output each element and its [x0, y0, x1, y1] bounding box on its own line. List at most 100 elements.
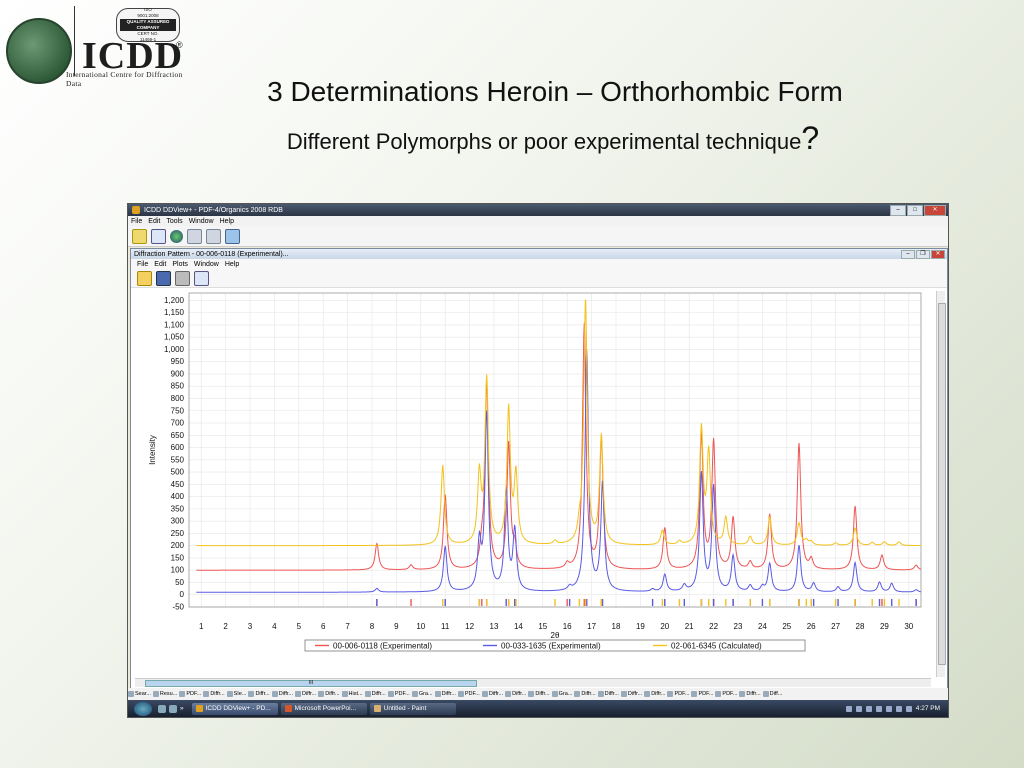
tray-icon[interactable]: [845, 705, 852, 712]
tray-icon[interactable]: [855, 705, 862, 712]
window-tab[interactable]: Diffr...: [574, 691, 596, 697]
window-tab[interactable]: PDF...: [691, 691, 713, 697]
window-tab-label: Diffr...: [255, 691, 270, 697]
window-tab[interactable]: Diffr...: [597, 691, 619, 697]
window-tab[interactable]: SIe...: [226, 691, 246, 697]
tool-icon[interactable]: [187, 228, 202, 244]
wrench-icon[interactable]: [206, 228, 221, 244]
window-tab-label: PDF...: [698, 691, 714, 697]
x-tick-label: 8: [370, 622, 375, 631]
vertical-scrollbar[interactable]: [936, 291, 946, 677]
y-tick-label: 0: [180, 590, 185, 599]
checklist-icon[interactable]: [151, 228, 166, 244]
window-tab[interactable]: Gra...: [411, 691, 433, 697]
y-tick-label: 1,150: [164, 308, 185, 317]
menu-edit[interactable]: Edit: [148, 218, 160, 225]
horizontal-scroll-thumb[interactable]: III: [145, 680, 477, 687]
taskbar-item-ddview[interactable]: ICDD DDView+ - PD...: [191, 702, 278, 715]
y-tick-label: 200: [171, 541, 185, 550]
save-icon[interactable]: [156, 270, 171, 286]
window-tab[interactable]: Diffr...: [620, 691, 642, 697]
tray-icon[interactable]: [875, 705, 882, 712]
vertical-scroll-thumb[interactable]: [938, 303, 946, 665]
window-tab-label: Diffr...: [604, 691, 619, 697]
window-tab-icon: [551, 691, 558, 697]
window-tab[interactable]: PDF...: [179, 691, 201, 697]
window-tab[interactable]: Diffr...: [434, 691, 456, 697]
window-tab[interactable]: Diffr...: [739, 691, 761, 697]
minimize-button[interactable]: –: [890, 204, 906, 216]
menu-file[interactable]: File: [131, 218, 142, 225]
x-tick-label: 3: [248, 622, 253, 631]
window-tab[interactable]: Diff...: [762, 691, 782, 697]
start-button[interactable]: [134, 701, 152, 716]
inner-close-button[interactable]: ✕: [931, 249, 945, 259]
window-tab-icon: [364, 691, 371, 697]
window-tab[interactable]: Diffr...: [364, 691, 386, 697]
y-tick-label: 1,000: [164, 345, 185, 354]
horizontal-scrollbar[interactable]: III: [135, 678, 931, 687]
inner-restore-button[interactable]: ❐: [916, 249, 930, 259]
inner-menu-help[interactable]: Help: [225, 261, 239, 268]
close-button[interactable]: ✕: [924, 204, 946, 216]
inner-menu-plots[interactable]: Plots: [172, 261, 188, 268]
window-tab[interactable]: PDF...: [715, 691, 737, 697]
window-tab-icon: [226, 691, 233, 697]
window-tab[interactable]: PDF...: [457, 691, 480, 697]
inner-menu-window[interactable]: Window: [194, 261, 219, 268]
window-tab[interactable]: PDF...: [387, 691, 410, 697]
window-tab[interactable]: Diffr...: [505, 691, 526, 697]
tray-icon[interactable]: [865, 705, 872, 712]
window-tab[interactable]: Diffr...: [294, 691, 317, 697]
x-tick-label: 27: [831, 622, 840, 631]
tray-icon[interactable]: [885, 705, 892, 712]
window-tab[interactable]: Diffr...: [644, 691, 665, 697]
volume-icon[interactable]: [905, 705, 912, 712]
taskbar-item-paint[interactable]: Untitled - Paint: [369, 702, 456, 715]
ie-icon[interactable]: [158, 704, 166, 713]
window-tab[interactable]: Gra...: [551, 691, 572, 697]
window-tab[interactable]: Resu...: [152, 691, 177, 697]
maximize-button[interactable]: □: [907, 204, 923, 216]
window-tab[interactable]: PDF...: [667, 691, 689, 697]
window-tab[interactable]: Hist...: [341, 691, 363, 697]
window-tab-label: Diffr...: [301, 691, 317, 697]
inner-minimize-button[interactable]: –: [901, 249, 915, 259]
window-tab[interactable]: Diffr...: [248, 691, 270, 697]
checklist-icon[interactable]: [194, 270, 209, 286]
print-icon[interactable]: [175, 270, 190, 286]
y-tick-label: 850: [171, 382, 185, 391]
powerpoint-icon: [284, 705, 292, 712]
window-tab-label: Diffr...: [441, 691, 456, 697]
taskbar-item-powerpoint[interactable]: Microsoft PowerPoi...: [280, 702, 367, 715]
inner-menu-edit[interactable]: Edit: [154, 261, 166, 268]
notes-icon[interactable]: [132, 228, 147, 244]
window-tab[interactable]: Sear...: [128, 691, 151, 697]
menu-tools[interactable]: Tools: [166, 218, 182, 225]
window-tab[interactable]: Diffr...: [203, 691, 225, 697]
window-tab[interactable]: Diffr...: [528, 691, 550, 697]
window-tab[interactable]: Diffr...: [271, 691, 293, 697]
network-icon[interactable]: [895, 705, 902, 712]
quick-launch-chevron[interactable]: »: [180, 705, 184, 713]
window-tab[interactable]: Diffr...: [481, 691, 503, 697]
globe-tool-icon[interactable]: [170, 229, 183, 243]
taskbar-item-label: ICDD DDView+ - PD...: [205, 705, 271, 712]
x-tick-label: 4: [272, 622, 277, 631]
menu-help[interactable]: Help: [220, 218, 234, 225]
menu-window[interactable]: Window: [189, 218, 214, 225]
refresh-icon[interactable]: [225, 228, 240, 244]
x-tick-label: 12: [465, 622, 474, 631]
window-tab-icon: [481, 691, 488, 697]
window-tab-label: PDF...: [674, 691, 690, 697]
window-tab-icon: [528, 691, 535, 697]
window-tab-icon: [667, 691, 674, 697]
inner-menu-file[interactable]: File: [137, 261, 148, 268]
show-desktop-icon[interactable]: [169, 704, 177, 713]
y-tick-label: 350: [171, 504, 185, 513]
y-tick-label: 900: [171, 369, 185, 378]
ddview-icon: [195, 705, 203, 712]
clock[interactable]: 4:27 PM: [916, 705, 940, 712]
open-folder-icon[interactable]: [137, 270, 152, 286]
window-tab[interactable]: Diffr...: [318, 691, 340, 697]
